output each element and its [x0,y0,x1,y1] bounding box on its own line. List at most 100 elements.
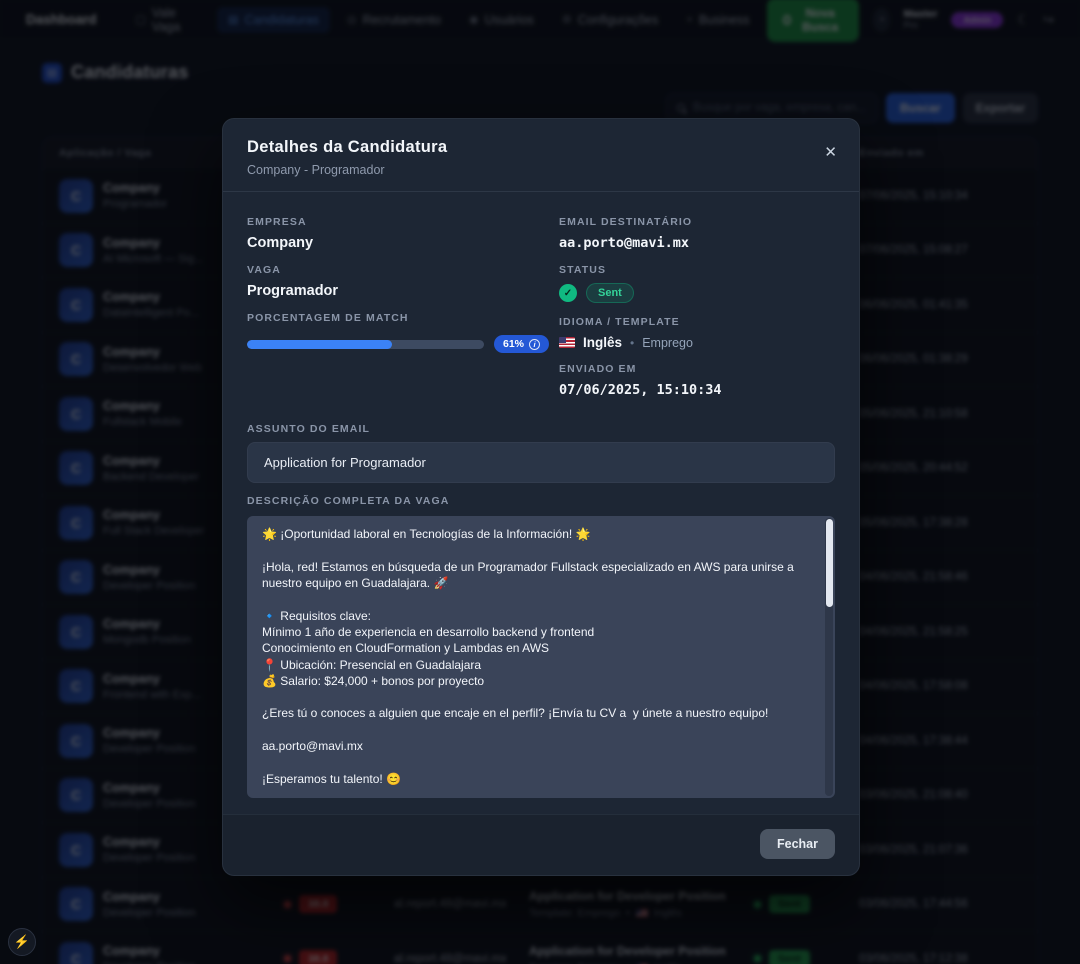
field-vaga: VAGA Programador [247,264,549,299]
sent-at-value: 05/06/2025, 20:44:52 [859,462,1021,474]
sent-at-value: 07/06/2025, 15:10:34 [859,190,1021,202]
company-avatar: C [59,179,93,213]
avatar-letter: C [71,624,81,640]
email-subject: Application for Developer Position [529,889,754,903]
application-text: Company Frontend with Exp... [103,672,201,701]
user-icon: ◉ [469,13,479,26]
company-name: Company [103,563,195,577]
nav-item-candidaturas[interactable]: ▤ Candidaturas [217,7,330,33]
company-avatar: C [59,451,93,485]
description-section: DESCRIÇÃO COMPLETA DA VAGA 🌟 ¡Oportunida… [247,495,835,798]
field-label: VAGA [247,264,549,276]
us-flag-icon [636,909,648,917]
company-avatar: C [59,833,93,867]
company-avatar: C [59,288,93,322]
application-text: Company Developer Position [103,726,195,755]
user-meta: Pro [904,20,918,30]
match-badge: 38.8 [299,895,337,913]
template-label: Template: Emprego [529,907,620,919]
nav-item-vale-vaga[interactable]: ▢ Vale Vaga [125,0,212,40]
position-label: AI Microsoft — Sig... [103,253,203,265]
application-text: Company Mongodb Position [103,617,191,646]
avatar-letter: C [71,188,81,204]
user-info[interactable]: Master Pro [904,8,938,30]
export-button[interactable]: Exportar [963,93,1038,123]
cta-label: Nova Busca [798,6,843,34]
application-text: Company AI Microsoft — Sig... [103,236,203,265]
brand-logo[interactable]: Dashboard [26,12,97,27]
status-cell: Sent [754,950,859,964]
company-name: Company [103,835,195,849]
moon-icon[interactable]: ☾ [1017,12,1029,28]
close-icon[interactable]: ✕ [824,145,837,160]
nav-item-configuracoes[interactable]: ⚙ Configurações [551,7,669,33]
status-sent-badge: Sent [586,283,634,303]
company-name: Company [103,781,195,795]
avatar-letter: C [71,896,81,912]
field-enviado-em: ENVIADO EM 07/06/2025, 15:10:34 [559,363,835,398]
table-row[interactable]: C Company Developer Position 38.8 al.rep… [43,877,1037,932]
info-icon[interactable]: i [529,339,540,350]
subject-section: ASSUNTO DO EMAIL [247,423,835,483]
job-description-box[interactable]: 🌟 ¡Oportunidad laboral en Tecnologías de… [247,516,835,798]
field-label: EMPRESA [247,216,549,228]
company-name: Company [103,890,195,904]
field-label: EMAIL DESTINATÁRIO [559,216,835,228]
search-button[interactable]: Buscar [886,93,955,123]
sent-at-value: 03/06/2025, 17:12:38 [859,953,1021,964]
company-avatar: C [59,342,93,376]
company-name: Company [103,181,167,195]
application-text: Company Desenvolvedor Web [103,345,202,374]
position-label: Developer Position [103,580,195,592]
avatar-letter: C [71,842,81,858]
sent-at-value: 03/06/2025, 21:07:36 [859,844,1021,856]
field-label: IDIOMA / TEMPLATE [559,316,835,328]
field-label: STATUS [559,264,835,276]
search-input[interactable] [693,102,867,114]
nav-item-label: Candidaturas [244,13,318,27]
position-label: Frontend with Exp... [103,689,201,701]
company-avatar: C [59,669,93,703]
scrollbar-thumb[interactable] [826,519,833,607]
sent-at-value: 05/06/2025, 21:10:58 [859,408,1021,420]
application-text: Company Developer Position [103,890,195,919]
nav-item-business[interactable]: + Business [675,7,760,33]
company-name: Company [103,454,199,468]
email-value: aa.porto@mavi.mx [559,235,835,251]
position-label: Mongodb Position [103,634,191,646]
position-label: Developer Position [103,798,195,810]
new-search-button[interactable]: Nova Busca [767,0,859,42]
page-header: ▤ Candidaturas [0,40,1080,87]
sent-at-value: 04/06/2025, 17:38:44 [859,735,1021,747]
navbar-right-cluster: Nova Busca ◔ Master Pro Admin ☾ ↪ [767,0,1054,42]
top-navbar: Dashboard ▢ Vale Vaga ▤ Candidaturas ◎ R… [0,0,1080,40]
avatar-letter: C [71,678,81,694]
quick-actions-button[interactable]: ⚡ [8,928,36,956]
match-indicator-dot [284,955,291,962]
match-percentage-badge: 61% i [494,335,549,353]
nav-item-usuarios[interactable]: ◉ Usuários [458,7,545,33]
application-text: Company Developer Position [103,563,195,592]
email-subject-input[interactable] [247,442,835,483]
status-row: ✓ Sent [559,283,835,303]
field-label: ENVIADO EM [559,363,835,375]
nav-item-label: Configurações [578,13,659,27]
position-label: Programador [103,198,167,210]
avatar-letter: C [71,787,81,803]
field-label: DESCRIÇÃO COMPLETA DA VAGA [247,495,835,507]
fechar-button[interactable]: Fechar [760,829,835,859]
avatar-letter: C [71,242,81,258]
bell-icon[interactable]: ◔ [873,8,890,32]
modal-body: EMPRESA Company VAGA Programador PORCENT… [223,192,859,814]
application-cell: C Company Developer Position [59,942,284,964]
avatar-letter: C [71,351,81,367]
field-status: STATUS ✓ Sent [559,264,835,303]
header-sent-at: Enviado em [859,147,1021,159]
table-row[interactable]: C Company Developer Position 38.8 al.rep… [43,931,1037,964]
nav-item-recrutamento[interactable]: ◎ Recrutamento [336,7,452,33]
logout-icon[interactable]: ↪ [1043,12,1054,28]
position-label: Backend Developer [103,471,199,483]
plan-badge: Admin [951,12,1003,28]
lightning-icon: ⚡ [14,934,30,950]
document-icon: ▢ [136,13,146,26]
